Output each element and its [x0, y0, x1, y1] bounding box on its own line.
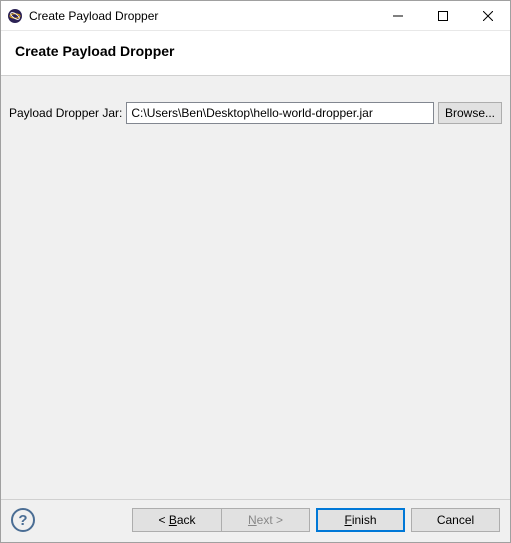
back-button[interactable]: < Back: [132, 508, 221, 532]
window-title: Create Payload Dropper: [29, 9, 375, 23]
browse-button[interactable]: Browse...: [438, 102, 502, 124]
wizard-content: Payload Dropper Jar: Browse...: [1, 76, 510, 500]
jar-label: Payload Dropper Jar:: [9, 106, 122, 120]
wizard-header: Create Payload Dropper: [1, 31, 510, 76]
finish-button[interactable]: Finish: [316, 508, 405, 532]
window-titlebar: Create Payload Dropper: [1, 1, 510, 31]
nav-buttons: < Back Next > Finish Cancel: [132, 508, 500, 532]
jar-path-input[interactable]: [126, 102, 434, 124]
maximize-button[interactable]: [420, 1, 465, 30]
close-button[interactable]: [465, 1, 510, 30]
window-controls: [375, 1, 510, 30]
cancel-button[interactable]: Cancel: [411, 508, 500, 532]
next-button: Next >: [221, 508, 310, 532]
eclipse-icon: [7, 8, 23, 24]
minimize-button[interactable]: [375, 1, 420, 30]
page-title: Create Payload Dropper: [15, 43, 496, 59]
wizard-footer: ? < Back Next > Finish Cancel: [1, 500, 510, 542]
jar-field-row: Payload Dropper Jar: Browse...: [7, 102, 504, 124]
help-icon[interactable]: ?: [11, 508, 35, 532]
